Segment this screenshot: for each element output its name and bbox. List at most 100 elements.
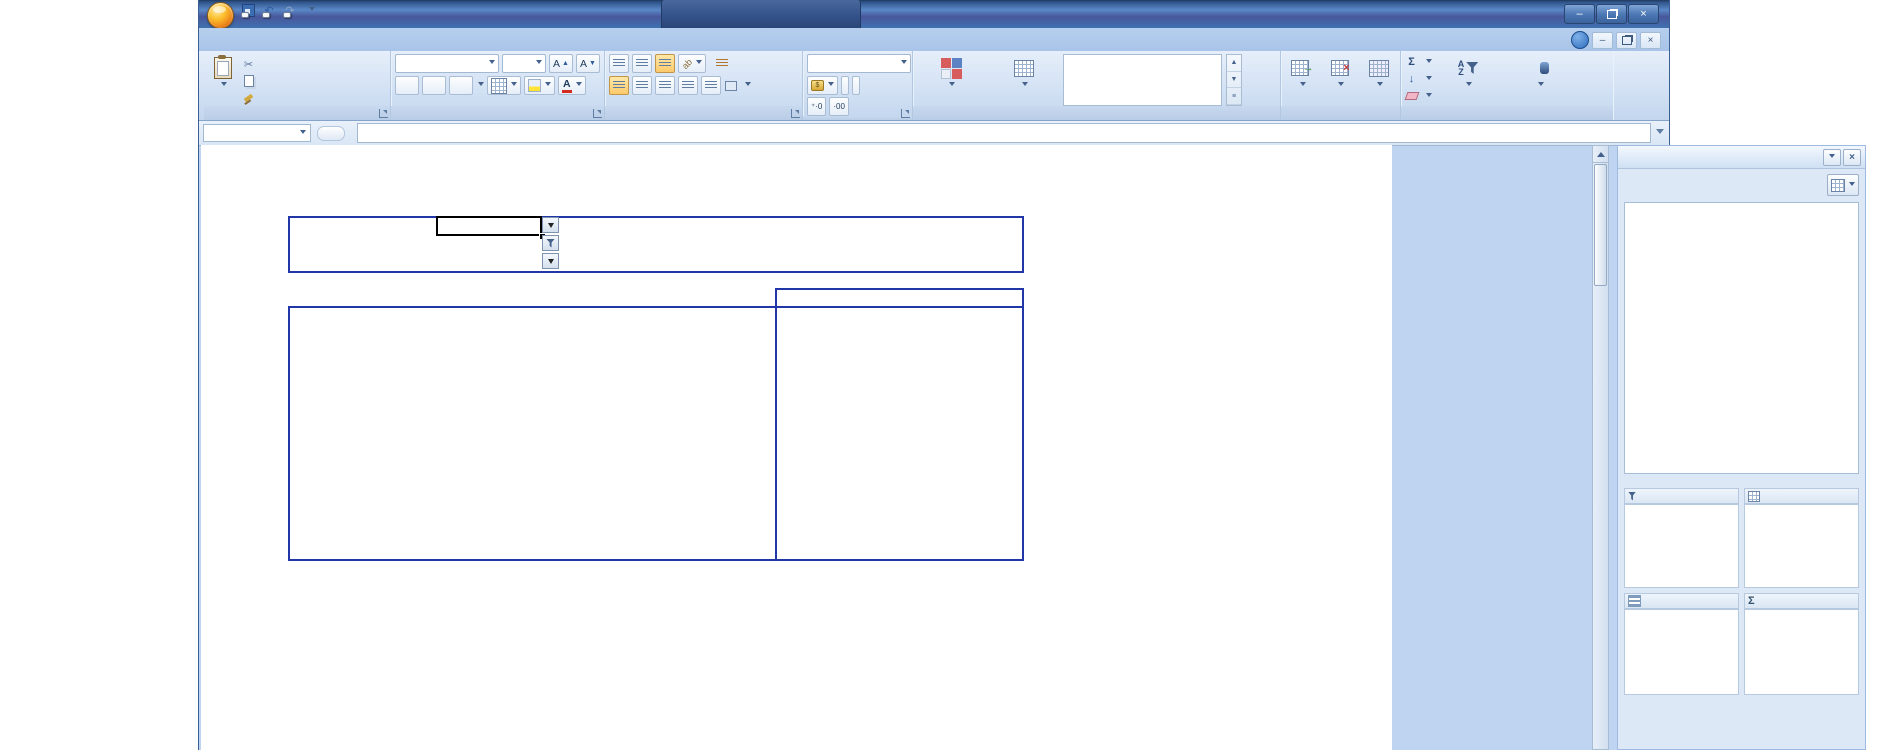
help-button[interactable]	[1571, 31, 1589, 49]
field-checklist	[1624, 202, 1859, 474]
bold-button[interactable]	[395, 76, 419, 95]
align-bottom-button[interactable]	[655, 54, 675, 73]
format-cells-icon	[1367, 56, 1391, 80]
grow-font-button[interactable]: A▲	[549, 54, 573, 73]
format-cells-button[interactable]	[1364, 54, 1394, 106]
clear-button[interactable]	[1405, 88, 1432, 104]
chevron-down-icon	[478, 82, 484, 89]
redo-button[interactable]: ↷	[281, 2, 299, 19]
decrease-indent-button[interactable]	[678, 76, 698, 95]
formula-bar-expand-icon[interactable]	[1656, 129, 1664, 138]
conditional-formatting-button[interactable]	[917, 54, 985, 106]
merge-center-button[interactable]	[724, 78, 751, 94]
scroll-up-icon[interactable]	[1593, 146, 1608, 163]
align-top-button[interactable]	[609, 54, 629, 73]
insert-cells-button[interactable]: →	[1287, 54, 1317, 106]
vertical-scrollbar[interactable]	[1592, 145, 1609, 750]
sort-filter-button[interactable]: AZ	[1436, 54, 1500, 106]
wrap-text-icon	[715, 57, 728, 70]
increase-indent-button[interactable]	[701, 76, 721, 95]
quick-access-toolbar: ↶ ↷	[239, 2, 320, 19]
shrink-font-button[interactable]: A▼	[576, 54, 600, 73]
chevron-down-icon	[536, 60, 542, 67]
format-painter-button[interactable]	[242, 90, 258, 106]
number-format-combo[interactable]	[807, 54, 911, 73]
wrap-text-button[interactable]	[715, 56, 731, 72]
decrease-decimal-button[interactable]: ·00	[829, 97, 849, 116]
zone-values-header: Σ	[1744, 593, 1859, 609]
autosum-button[interactable]: Σ	[1405, 54, 1432, 70]
drag-areas-label	[1618, 478, 1865, 486]
chevron-down-icon	[1538, 82, 1544, 89]
percent-button[interactable]	[841, 76, 849, 95]
restore-icon	[1607, 10, 1617, 19]
align-middle-button[interactable]	[632, 54, 652, 73]
chevron-down-icon	[1426, 59, 1432, 66]
dialog-launcher-icon[interactable]	[901, 109, 910, 118]
font-size-combo[interactable]	[502, 54, 546, 73]
italic-button[interactable]	[422, 76, 446, 95]
dialog-launcher-icon[interactable]	[593, 109, 602, 118]
qat-customize-button[interactable]	[302, 2, 320, 19]
borders-button[interactable]	[487, 76, 521, 95]
drop-zones: Σ	[1618, 486, 1865, 697]
format-as-table-button[interactable]	[989, 54, 1059, 106]
workbook-restore-button[interactable]	[1616, 32, 1637, 49]
selected-cell-outline	[436, 216, 542, 236]
comma-button[interactable]	[852, 76, 860, 95]
chevron-down-icon	[828, 82, 834, 89]
field-list-layout-button[interactable]	[1827, 174, 1859, 196]
save-button[interactable]	[239, 2, 257, 19]
font-color-button[interactable]: A	[558, 76, 586, 95]
close-button[interactable]: ×	[1628, 4, 1659, 24]
dialog-launcher-icon[interactable]	[791, 109, 800, 118]
fill-color-button[interactable]	[524, 76, 555, 95]
field-list-options-button[interactable]	[1823, 149, 1841, 166]
field-list-close-button[interactable]: ×	[1843, 149, 1861, 166]
group-clipboard: ✂	[204, 51, 391, 120]
borders-icon	[491, 78, 507, 94]
find-select-button[interactable]	[1504, 54, 1576, 106]
filter-dropdown-dia[interactable]	[542, 253, 559, 269]
filter-dropdown-mes[interactable]	[542, 235, 559, 251]
name-box[interactable]	[203, 124, 311, 142]
field-list-header: ×	[1618, 146, 1865, 169]
accounting-format-button[interactable]: $	[807, 76, 838, 95]
copy-icon	[242, 75, 255, 88]
paste-button[interactable]	[208, 54, 238, 106]
chevron-down-icon	[901, 60, 907, 67]
restore-button[interactable]	[1596, 4, 1627, 24]
group-title-editing	[1401, 106, 1613, 120]
pivot-table-outline	[288, 306, 1024, 561]
increase-decimal-button[interactable]: ⁺·0	[807, 97, 826, 116]
conditional-formatting-icon	[939, 56, 963, 80]
font-name-combo[interactable]	[395, 54, 499, 73]
underline-button[interactable]	[449, 76, 473, 95]
chevron-down-icon	[1426, 93, 1432, 100]
workbook-minimize-button[interactable]: –	[1592, 32, 1613, 49]
minimize-button[interactable]: –	[1564, 4, 1595, 24]
chevron-down-icon	[696, 60, 702, 67]
office-button[interactable]	[207, 2, 234, 29]
fill-button[interactable]: ↓	[1405, 71, 1432, 87]
scrollbar-thumb[interactable]	[1594, 164, 1607, 286]
workbook-close-button[interactable]: ×	[1640, 32, 1661, 49]
cut-button[interactable]: ✂	[242, 56, 258, 72]
group-font: A▲ A▼ A	[391, 51, 605, 120]
orientation-button[interactable]: ab	[678, 54, 706, 73]
align-left-button[interactable]	[609, 76, 629, 95]
pivot-values-outline	[775, 288, 1024, 561]
dialog-launcher-icon[interactable]	[379, 109, 388, 118]
copy-button[interactable]	[242, 73, 258, 89]
chevron-down-icon	[300, 130, 306, 137]
align-right-button[interactable]	[655, 76, 675, 95]
merge-center-icon	[724, 79, 737, 92]
filter-dropdown-ano[interactable]	[542, 217, 559, 233]
orientation-icon: ab	[680, 56, 694, 70]
fill-color-icon	[528, 79, 541, 92]
undo-button[interactable]: ↶	[260, 2, 278, 19]
formula-input[interactable]	[357, 123, 1651, 143]
gallery-scrollbar[interactable]: ▲▼≡	[1226, 54, 1242, 106]
delete-cells-button[interactable]: ×	[1325, 54, 1355, 106]
align-center-button[interactable]	[632, 76, 652, 95]
